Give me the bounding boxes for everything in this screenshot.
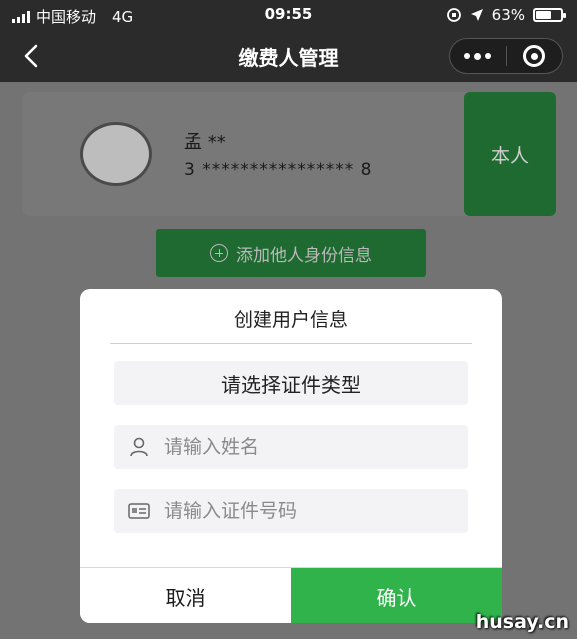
add-other-identity-label: 添加他人身份信息 xyxy=(236,245,372,266)
status-bar-right: 63% xyxy=(446,6,566,24)
name-field[interactable] xyxy=(114,425,468,469)
payer-name: 孟 ** xyxy=(184,132,226,153)
watermark: husay.cn xyxy=(475,611,569,633)
dialog-title: 创建用户信息 xyxy=(233,309,348,331)
id-number-input[interactable] xyxy=(164,500,454,522)
navigation-bar: 缴费人管理 xyxy=(0,30,577,82)
payer-card[interactable]: 孟 ** 3 **************** 8 本人 xyxy=(22,92,556,216)
name-input[interactable] xyxy=(164,436,454,458)
id-card-icon xyxy=(114,489,164,533)
avatar xyxy=(80,122,152,186)
self-badge[interactable]: 本人 xyxy=(464,92,556,216)
id-type-select[interactable]: 请选择证件类型 xyxy=(114,361,468,405)
orientation-lock-icon xyxy=(446,8,461,22)
person-icon xyxy=(114,425,164,469)
plus-circle-icon xyxy=(210,244,228,262)
create-user-dialog: 创建用户信息 请选择证件类型 取消 确认 xyxy=(80,289,502,623)
location-icon xyxy=(470,9,483,21)
more-dots-icon[interactable] xyxy=(450,38,506,74)
add-other-identity-button[interactable]: 添加他人身份信息 xyxy=(156,229,426,277)
dialog-footer: 取消 确认 xyxy=(80,567,502,623)
id-number-field[interactable] xyxy=(114,489,468,533)
mini-program-capsule xyxy=(449,38,563,74)
confirm-button[interactable]: 确认 xyxy=(291,568,502,623)
status-bar: 中国移动 4G 09:55 63% xyxy=(0,0,577,30)
battery-percent: 63% xyxy=(491,6,525,24)
cancel-button[interactable]: 取消 xyxy=(80,568,291,623)
dialog-divider xyxy=(110,343,472,344)
battery-icon xyxy=(533,8,566,22)
payer-id-number: 3 **************** 8 xyxy=(184,160,373,180)
close-target-icon[interactable] xyxy=(506,38,562,74)
